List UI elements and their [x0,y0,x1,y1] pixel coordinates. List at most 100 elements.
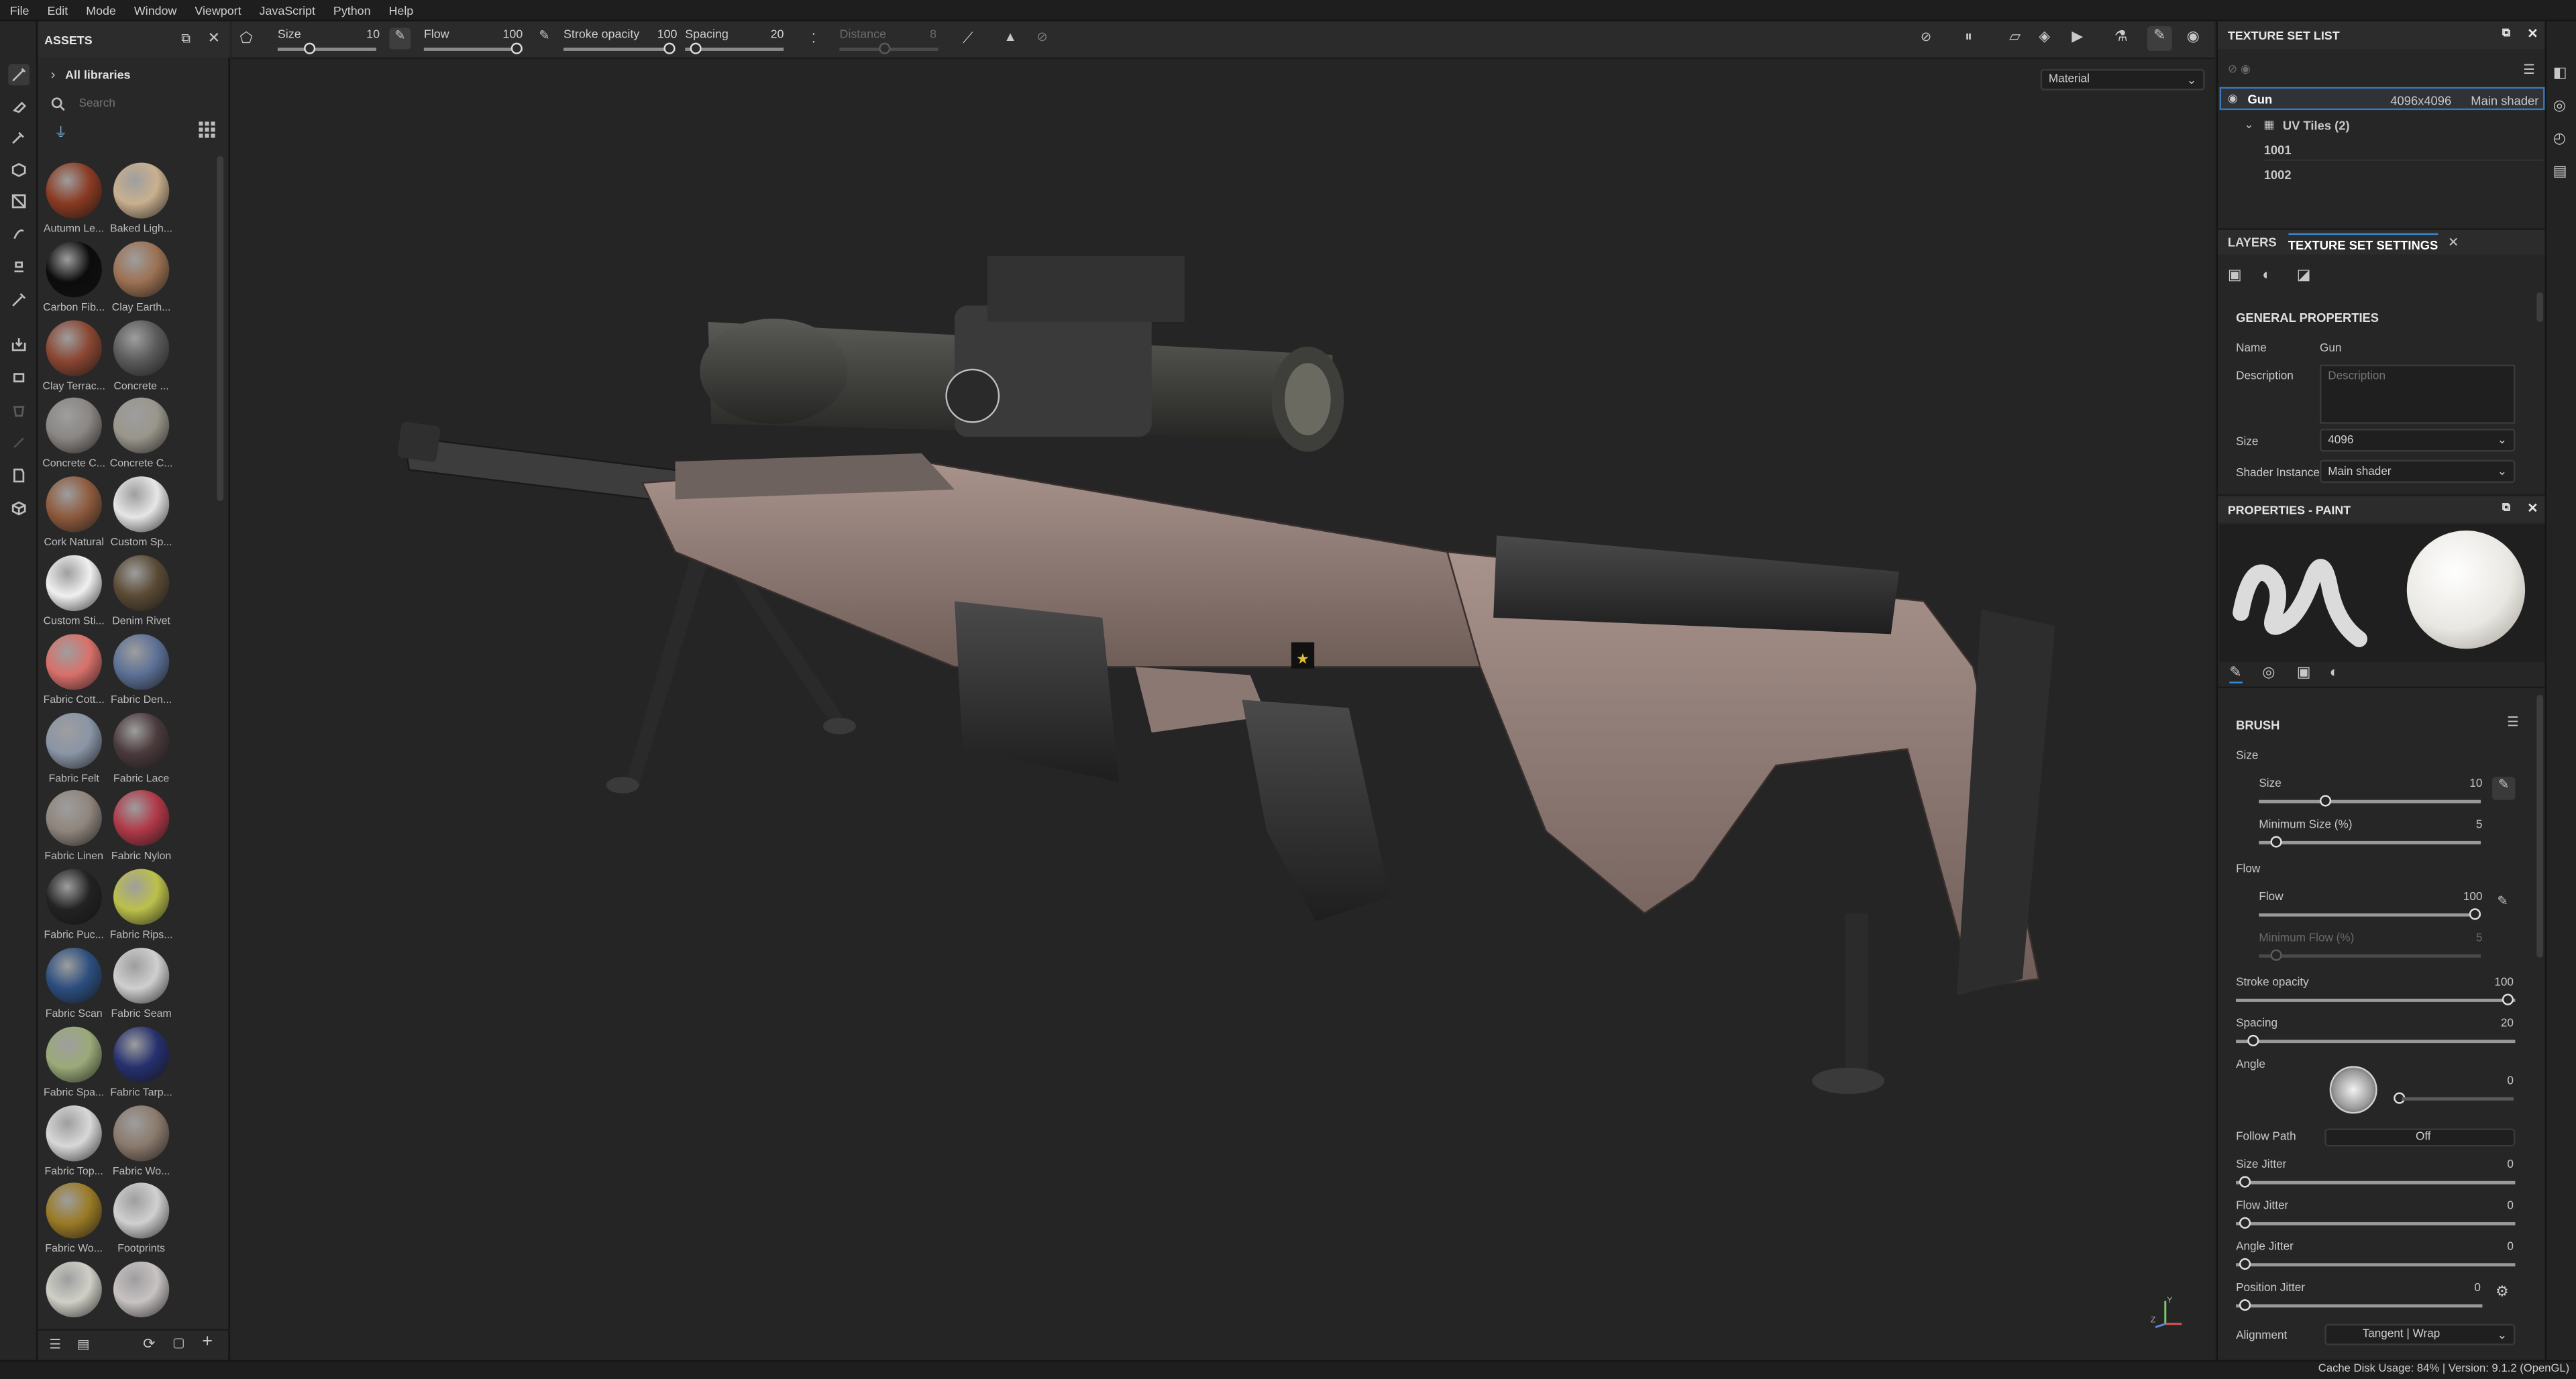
angle-jitter-knob[interactable] [2239,1258,2251,1270]
flow-jitter-slider[interactable] [2236,1222,2516,1225]
tab-texture-set-settings[interactable]: TEXTURE SET SETTINGS [2288,232,2438,252]
uv-icon[interactable]: ◪ [2297,266,2311,284]
min-size-slider[interactable] [2259,840,2481,844]
list-icon[interactable]: ☰ [49,1337,61,1352]
undock-icon[interactable]: ⧉ [2502,28,2510,42]
flow-jitter-knob[interactable] [2239,1217,2251,1229]
alpha-tab-icon[interactable]: ◎ [2262,663,2275,681]
stroke-opacity-knob[interactable] [663,42,676,54]
assets-scrollbar[interactable] [217,156,224,501]
pen-pressure-size-icon[interactable]: ✎ [389,27,411,50]
stroke-opacity-knob[interactable] [2502,993,2514,1005]
spacing-knob[interactable] [690,42,702,54]
camera-2d-icon[interactable]: ▱ [2009,28,2021,46]
pen-pressure-icon[interactable]: ✎ [2492,777,2516,800]
asset-tile[interactable]: Fabric Spa... [40,1026,109,1099]
pen-pressure-flow-icon[interactable]: ✎ [539,28,549,43]
shader-instance-select[interactable]: Main shader ⌄ [2319,459,2516,484]
spacing-slider[interactable] [2236,1040,2516,1042]
brush-size-slider[interactable] [2259,799,2481,803]
filter-icon[interactable]: ⏚ [54,123,68,142]
spacing-value[interactable]: 20 [2497,1018,2514,1030]
asset-tile[interactable]: Fabric Rips... [107,869,176,942]
bake-icon[interactable] [8,333,30,355]
stroke-opacity-slider[interactable] [2236,998,2516,1001]
disabled-tool-icon[interactable] [8,432,30,453]
asset-tile[interactable]: Footprints [107,1183,176,1256]
symmetry-icon[interactable]: ▲ [1004,30,1016,44]
asset-tile[interactable]: Fabric Lace [107,712,176,785]
asset-tile[interactable]: Carbon Fib... [40,241,109,313]
flow-slider[interactable] [2259,913,2481,916]
menu-window[interactable]: Window [134,3,177,17]
stroke-opacity-value[interactable]: 100 [2481,977,2514,989]
undock-icon[interactable]: ⧉ [181,32,191,48]
gear-icon[interactable]: ⚙ [2496,1283,2509,1301]
size-jitter-value[interactable]: 0 [2497,1160,2514,1171]
material-tab-icon[interactable]: ◐ [2330,663,2339,679]
smudge-icon[interactable] [8,223,30,245]
position-jitter-value[interactable]: 0 [2464,1283,2481,1294]
export-icon[interactable] [8,366,30,388]
cube-view-icon[interactable]: ◈ [2039,28,2050,46]
menu-mode[interactable]: Mode [86,3,116,17]
clone-icon[interactable] [8,256,30,278]
viewport-3d[interactable]: ★ YZ [231,21,2215,1360]
description-field[interactable] [2319,364,2516,424]
asset-tile[interactable]: Fabric Wo... [40,1183,109,1256]
flow-knob[interactable] [2469,908,2481,920]
stroke-opacity-value[interactable]: 100 [657,26,678,41]
angle-jitter-slider[interactable] [2236,1263,2516,1266]
viewport-mode-select[interactable]: Material ⌄ [2040,68,2205,91]
asset-tile[interactable]: Fabric Linen [40,790,109,863]
asset-tile[interactable]: Fabric Scan [40,948,109,1020]
asset-tile[interactable]: Fabric Nylon [107,790,176,863]
close-icon[interactable]: ✕ [208,30,220,48]
texture-set-icon[interactable]: ◧ [2553,64,2567,82]
menu-javascript[interactable]: JavaScript [260,3,315,17]
library-selector[interactable]: › All libraries [51,64,131,84]
geometry-fill-icon[interactable] [8,160,30,181]
undock-icon[interactable]: ⧉ [2502,502,2510,516]
preset-menu-icon[interactable]: ☰ [2507,714,2519,729]
position-jitter-slider[interactable] [2236,1304,2483,1307]
color-picker-icon[interactable] [8,289,30,311]
close-icon[interactable]: ✕ [2527,501,2538,516]
polygon-fill-icon[interactable] [8,190,30,212]
flow-jitter-value[interactable]: 0 [2497,1201,2514,1212]
size-select[interactable]: 4096 ⌄ [2319,429,2516,452]
paint-mode-icon[interactable]: ✎ [2147,26,2172,51]
flow-value[interactable]: 100 [502,26,523,41]
angle-slider[interactable] [2402,1097,2514,1100]
size-slider[interactable] [277,48,376,51]
line-stroke-icon[interactable]: ⟋ [963,30,973,48]
asset-tile[interactable]: Denim Rivet [107,555,176,628]
grid-view-icon[interactable] [199,121,215,141]
flow-value[interactable]: 100 [2449,892,2483,903]
settings-icon[interactable]: ▣ [2228,266,2242,284]
pipette-icon[interactable]: ⚗ [2114,28,2128,46]
refresh-icon[interactable]: ⟳ [143,1335,155,1354]
asset-tile[interactable]: Fabric Felt [40,712,109,785]
asset-tile[interactable]: Custom Sti... [40,555,109,628]
stencil-tab-icon[interactable]: ▣ [2297,663,2311,681]
asset-tile[interactable]: Clay Earth... [107,241,176,313]
texture-set-row-gun[interactable]: ◉ Gun 4096x4096 Main shader [2219,87,2545,111]
lasso-icon[interactable]: ⬠ [240,30,253,48]
tab-layers[interactable]: LAYERS [2228,235,2277,250]
eraser-icon[interactable] [8,95,30,117]
position-jitter-knob[interactable] [2239,1299,2251,1311]
asset-tile[interactable]: Fabric Den... [107,633,176,706]
menu-viewport[interactable]: Viewport [195,3,241,17]
display-settings-icon[interactable]: ◎ [2553,97,2566,115]
uv-tile-row[interactable]: 1001 [2263,140,2544,162]
log-icon[interactable]: ▤ [2553,162,2567,180]
asset-tile[interactable]: Fabric Tarp... [107,1026,176,1099]
alignment-select[interactable]: Tangent | Wrap ⌄ [2324,1323,2516,1345]
spacing-knob[interactable] [2247,1034,2259,1047]
video-camera-icon[interactable]: ▶ [2072,28,2083,46]
assets-search[interactable] [51,94,222,113]
history-icon[interactable]: ◴ [2553,129,2566,148]
search-input[interactable] [78,97,211,109]
angle-jitter-value[interactable]: 0 [2497,1242,2514,1253]
